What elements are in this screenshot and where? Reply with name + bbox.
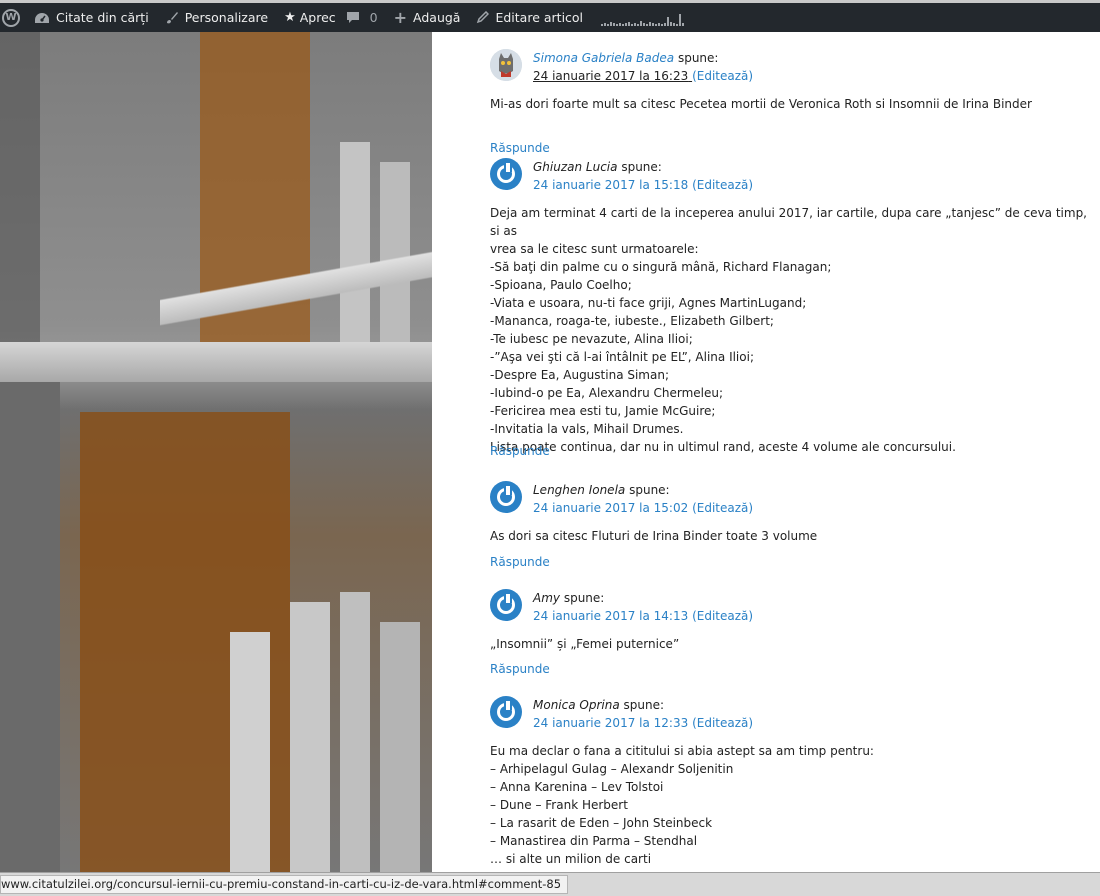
comment-author: Lenghen Ionela xyxy=(533,483,626,497)
comment-text-line: … si alte un milion de carti xyxy=(490,852,652,866)
gravatar-default-icon xyxy=(490,158,522,190)
comment-edit-link[interactable]: (Editează) xyxy=(692,609,753,623)
comment-text-line: – Arhipelagul Gulag – Alexandr Soljeniti… xyxy=(490,762,734,776)
browser-status-bar: www.citatulzilei.org/concursul-iernii-cu… xyxy=(0,872,1100,896)
site-name-label: Citate din cărți xyxy=(56,10,149,25)
wordpress-menu[interactable]: W xyxy=(0,3,26,32)
comment-date-link[interactable]: 24 ianuarie 2017 la 15:02 xyxy=(533,501,688,515)
reply-link[interactable]: Răspunde xyxy=(490,444,550,458)
comment-date-link[interactable]: 24 ianuarie 2017 la 16:23 xyxy=(533,69,692,83)
comment-text-line: -Mananca, roaga-te, iubeste., Elizabeth … xyxy=(490,314,774,328)
comment-bubble-icon xyxy=(346,11,360,24)
comments-count: 0 xyxy=(369,10,378,25)
admin-bar: W Citate din cărți Personalizare ★ Aprec… xyxy=(0,0,1100,32)
comment-date-link[interactable]: 24 ianuarie 2017 la 14:13 xyxy=(533,609,688,623)
comment-text: Mi-as dori foarte mult sa citesc Pecetea… xyxy=(490,95,1090,113)
edit-post-label: Editare articol xyxy=(495,10,584,25)
comment-item: Ghiuzan Lucia spune: 24 ianuarie 2017 la… xyxy=(490,158,1090,468)
comment-meta: Amy spune: 24 ianuarie 2017 la 14:13 (Ed… xyxy=(533,589,753,625)
comment-text-line: Eu ma declar o fana a cititului si abia … xyxy=(490,744,874,758)
comments-link[interactable]: 0 xyxy=(344,3,386,32)
edit-post-link[interactable]: Editare articol xyxy=(468,3,591,32)
comment-meta: Lenghen Ionela spune: 24 ianuarie 2017 l… xyxy=(533,481,753,517)
comment-text: „Insomnii” și „Femei puternice” xyxy=(490,635,1090,653)
comment-text-line: Deja am terminat 4 carti de la inceperea… xyxy=(490,206,1087,238)
comment-text-line: -Te iubesc pe nevazute, Alina Ilioi; xyxy=(490,332,693,346)
dashboard-gauge-icon xyxy=(34,11,50,25)
comment-text-line: – Manastirea din Parma – Stendhal xyxy=(490,834,698,848)
comment-author: Amy xyxy=(533,591,560,605)
comment-says: spune: xyxy=(621,160,662,174)
comment-item: Amy spune: 24 ianuarie 2017 la 14:13 (Ed… xyxy=(490,589,1090,689)
bookshelf-background-image xyxy=(0,32,432,872)
comment-item: Lenghen Ionela spune: 24 ianuarie 2017 l… xyxy=(490,481,1090,581)
comment-date[interactable]: 24 ianuarie 2017 la 12:33 xyxy=(533,716,688,730)
customize-link[interactable]: Personalizare xyxy=(157,3,276,32)
comment-text-line: -Să baţi din palme cu o singură mână, Ri… xyxy=(490,260,832,274)
comment-meta: Simona Gabriela Badea spune: 24 ianuarie… xyxy=(533,49,753,85)
comment-edit-link[interactable]: (Editează) xyxy=(692,501,753,515)
comment-text-line: -Viata e usoara, nu-ti face griji, Agnes… xyxy=(490,296,807,310)
comment-edit-link[interactable]: (Editează) xyxy=(692,69,753,83)
comment-text-line: – La rasarit de Eden – John Steinbeck xyxy=(490,816,713,830)
comment-date-link[interactable]: 24 ianuarie 2017 la 15:18 xyxy=(533,178,688,192)
comment-says: spune: xyxy=(629,483,670,497)
gravatar-default-icon xyxy=(490,481,522,513)
comment-meta: Ghiuzan Lucia spune: 24 ianuarie 2017 la… xyxy=(533,158,753,194)
add-new-label: Adaugă xyxy=(413,10,461,25)
comment-edit-link[interactable]: (Editează) xyxy=(692,716,753,730)
comment-text-line: Lista poate continua, dar nu in ultimul … xyxy=(490,440,956,454)
comment-author: Monica Oprina xyxy=(533,698,620,712)
comment-text: Deja am terminat 4 carti de la inceperea… xyxy=(490,204,1090,456)
plus-icon: + xyxy=(393,8,408,27)
site-name-link[interactable]: Citate din cărți xyxy=(26,3,157,32)
comment-says: spune: xyxy=(563,591,605,605)
comment-author: Ghiuzan Lucia xyxy=(533,160,618,174)
comment-text-line: „Insomnii” și „Femei puternice” xyxy=(490,637,680,651)
comment-text-line: -Iubind-o pe Ea, Alexandru Chermeleu; xyxy=(490,386,724,400)
comment-text: As dori sa citesc Fluturi de Irina Binde… xyxy=(490,527,1090,545)
comment-says: spune: xyxy=(623,698,665,712)
comment-edit-link[interactable]: (Editează) xyxy=(692,178,753,192)
comment-date[interactable]: 24 ianuarie 2017 la 14:13 xyxy=(533,609,688,623)
stats-sparkline[interactable] xyxy=(601,10,685,26)
rate-label: Aprec xyxy=(299,10,336,25)
comment-date[interactable]: 24 ianuarie 2017 la 15:18 xyxy=(533,178,688,192)
add-new-link[interactable]: + Adaugă xyxy=(386,3,469,32)
paintbrush-icon xyxy=(165,11,179,25)
reply-link[interactable]: Răspunde xyxy=(490,141,550,155)
comment-text-line: -Fericirea mea esti tu, Jamie McGuire; xyxy=(490,404,716,418)
comment-author[interactable]: Simona Gabriela Badea xyxy=(533,51,674,65)
comment-text-line: -Spioana, Paulo Coelho; xyxy=(490,278,632,292)
comment-text-line: -Despre Ea, Augustina Siman; xyxy=(490,368,669,382)
comments-list: Simona Gabriela Badea spune: 24 ianuarie… xyxy=(432,32,1100,872)
comment-text-line: – Anna Karenina – Lev Tolstoi xyxy=(490,780,664,794)
comment-text-line: -”Aşa vei şti că l-ai întâlnit pe EL”, A… xyxy=(490,350,754,364)
comment-text-line: vrea sa le citesc sunt urmatoarele: xyxy=(490,242,699,256)
rate-link[interactable]: ★ Aprec xyxy=(276,3,344,32)
reply-link[interactable]: Răspunde xyxy=(490,662,550,676)
comment-text-line: – Dune – Frank Herbert xyxy=(490,798,628,812)
comment-text-line: Mi-as dori foarte mult sa citesc Pecetea… xyxy=(490,97,1032,111)
comment-date[interactable]: 24 ianuarie 2017 la 15:02 xyxy=(533,501,688,515)
pencil-icon xyxy=(476,11,490,24)
comment-meta: Monica Oprina spune: 24 ianuarie 2017 la… xyxy=(533,696,753,732)
gravatar-default-icon xyxy=(490,696,522,728)
reply-link[interactable]: Răspunde xyxy=(490,555,550,569)
star-icon: ★ xyxy=(284,10,296,25)
wordpress-logo-icon: W xyxy=(2,8,20,27)
customize-label: Personalizare xyxy=(184,10,269,25)
comment-date[interactable]: 24 ianuarie 2017 la 16:23 xyxy=(533,69,688,83)
comment-text: Eu ma declar o fana a cititului si abia … xyxy=(490,742,1090,868)
comment-says: spune: xyxy=(677,51,719,65)
comment-date-link[interactable]: 24 ianuarie 2017 la 12:33 xyxy=(533,716,688,730)
user-avatar-cat-icon xyxy=(490,49,522,81)
gravatar-default-icon xyxy=(490,589,522,621)
status-url: www.citatulzilei.org/concursul-iernii-cu… xyxy=(0,875,569,894)
comment-text-line: -Invitatia la vals, Mihail Drumes. xyxy=(490,422,684,436)
comment-item: Simona Gabriela Badea spune: 24 ianuarie… xyxy=(490,49,1090,159)
comment-text-line: As dori sa citesc Fluturi de Irina Binde… xyxy=(490,529,818,543)
comment-item: Monica Oprina spune: 24 ianuarie 2017 la… xyxy=(490,696,1090,872)
